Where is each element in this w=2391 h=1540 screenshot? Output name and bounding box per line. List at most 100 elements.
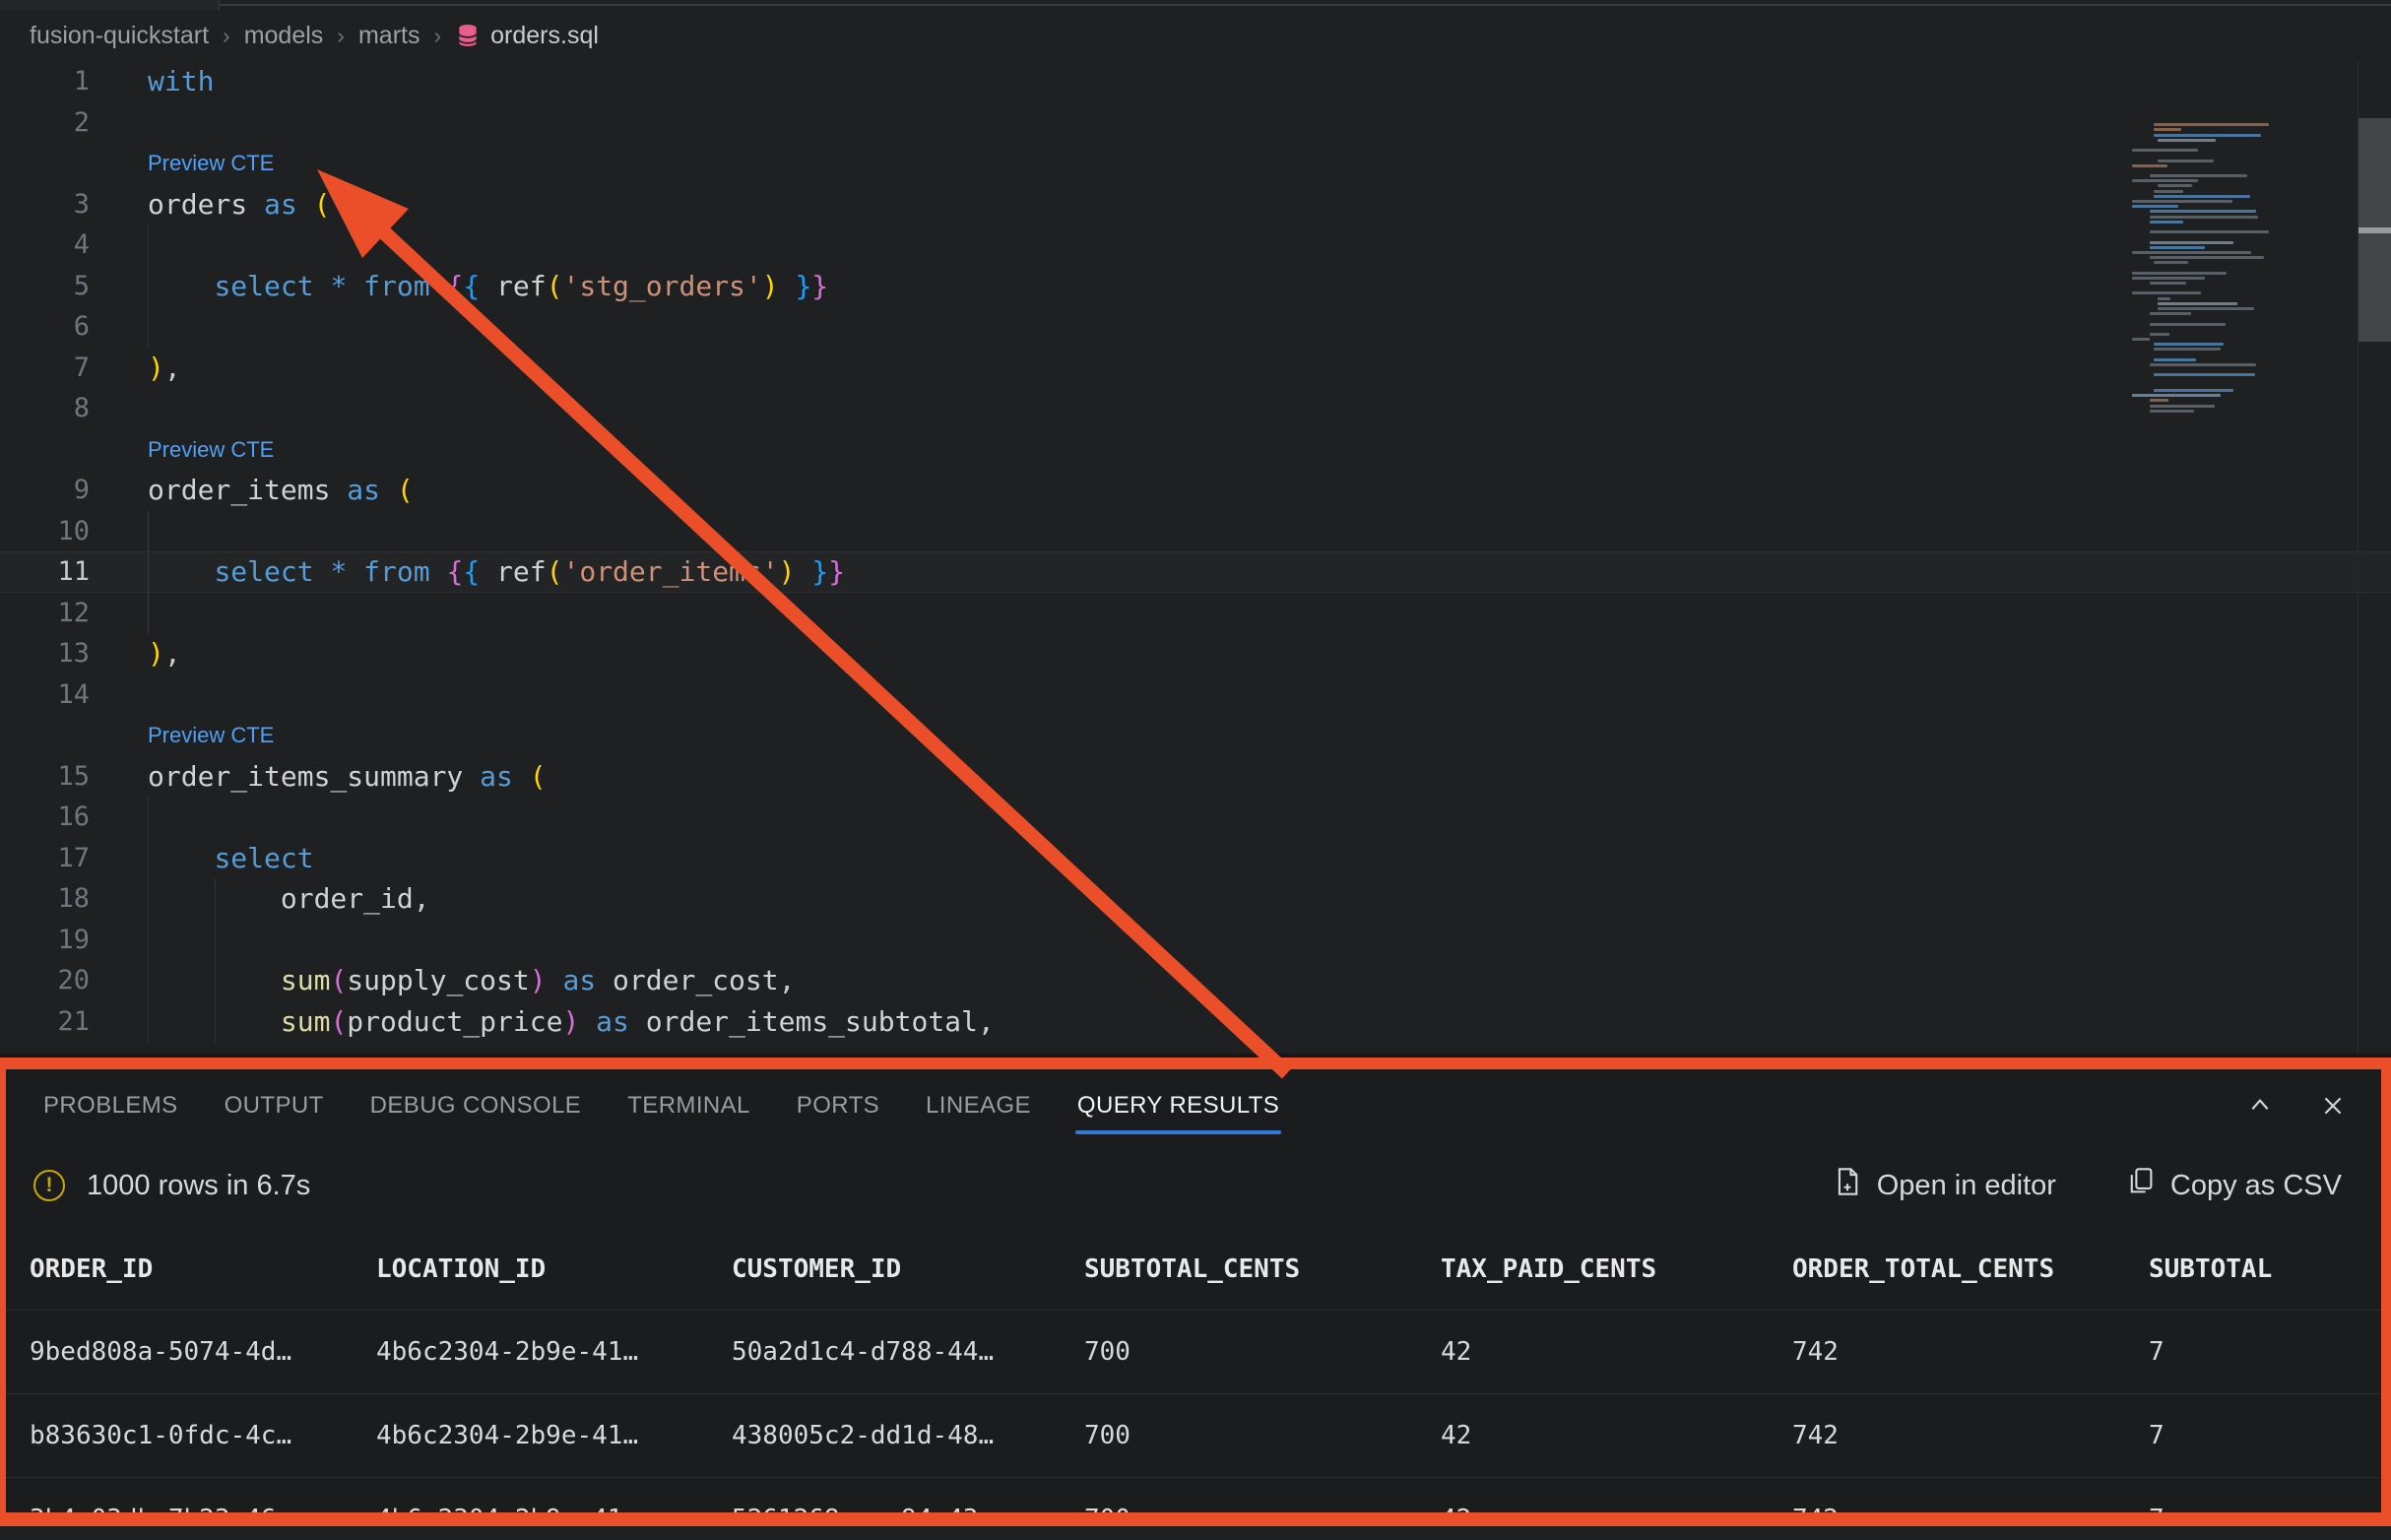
line-number: 18 (0, 878, 90, 920)
breadcrumb-item[interactable]: marts (358, 22, 420, 50)
copy-as-csv-button[interactable]: Copy as CSV (2127, 1167, 2342, 1204)
breadcrumb-item[interactable]: models (244, 22, 324, 50)
code-line: 6 (0, 306, 2391, 348)
code-token: product_price (347, 1005, 562, 1038)
table-cell: 700 (1084, 1337, 1441, 1367)
code-token (430, 555, 447, 588)
code-token: , (779, 964, 796, 996)
code-token: 'stg_orders' (562, 270, 761, 302)
code-token (347, 555, 363, 588)
code-token (247, 188, 264, 221)
scrollbar-thumb[interactable] (2359, 118, 2391, 342)
table-cell: 42 (1441, 1337, 1792, 1367)
code-token (314, 270, 331, 302)
close-icon[interactable] (2318, 1091, 2348, 1121)
table-cell: 7 (2149, 1421, 2381, 1450)
line-number: 11 (0, 551, 90, 593)
code-lens-preview-cte[interactable]: Preview CTE (148, 151, 274, 175)
code-token: , (164, 352, 181, 384)
table-cell: 438005c2-dd1d-48… (732, 1421, 1084, 1450)
code-line: 20 sum(supply_cost) as order_cost, (0, 960, 2391, 1001)
open-file-icon (1834, 1167, 1861, 1204)
scrollbar-track[interactable] (2358, 61, 2391, 1056)
column-header: ORDER_ID (30, 1254, 376, 1284)
table-cell: 4b6c2304-2b9e-41… (376, 1337, 732, 1367)
panel-tab-query-results[interactable]: QUERY RESULTS (1077, 1069, 1279, 1142)
line-number: 17 (0, 838, 90, 879)
line-number: 9 (0, 470, 90, 511)
open-in-editor-button[interactable]: Open in editor (1834, 1167, 2056, 1204)
active-editor-tab-edge (0, 0, 220, 10)
table-cell: 4b6c2304-2b9e-41… (376, 1421, 732, 1450)
code-token: ref (496, 270, 547, 302)
table-row: b83630c1-0fdc-4c…4b6c2304-2b9e-41…438005… (6, 1394, 2381, 1478)
code-token: ( (547, 270, 563, 302)
code-token (330, 474, 347, 506)
table-cell: 42 (1441, 1505, 1792, 1512)
code-token: ( (330, 1005, 347, 1038)
panel-tab-lineage[interactable]: LINEAGE (926, 1069, 1031, 1142)
code-token: order_id (281, 882, 414, 915)
panel-tab-problems[interactable]: PROBLEMS (43, 1069, 178, 1142)
table-cell: 742 (1792, 1505, 2149, 1512)
panel-tab-terminal[interactable]: TERMINAL (627, 1069, 750, 1142)
code-token (779, 270, 796, 302)
panel-tab-ports[interactable]: PORTS (797, 1069, 879, 1142)
breadcrumb: fusion-quickstart›models›marts›orders.sq… (0, 10, 2391, 61)
code-token: as (480, 760, 513, 793)
copy-icon (2127, 1167, 2155, 1204)
code-token (297, 188, 314, 221)
code-token (148, 270, 214, 302)
breadcrumb-separator: › (433, 23, 441, 49)
line-number: 8 (0, 388, 90, 429)
code-token (347, 270, 363, 302)
code-token: , (164, 637, 181, 670)
query-results-table[interactable]: ORDER_IDLOCATION_IDCUSTOMER_IDSUBTOTAL_C… (6, 1229, 2381, 1512)
open-in-editor-label: Open in editor (1877, 1170, 2056, 1202)
table-cell: 7 (2149, 1337, 2381, 1367)
code-token: ( (530, 760, 547, 793)
panel-tab-debug-console[interactable]: DEBUG CONSOLE (370, 1069, 582, 1142)
code-token: order_items_summary (148, 760, 463, 793)
code-token (463, 760, 480, 793)
table-cell: 9bed808a-5074-4d… (30, 1337, 376, 1367)
code-line: 13), (0, 633, 2391, 674)
code-line: 4 (0, 225, 2391, 266)
code-token (629, 1005, 646, 1038)
line-number: 3 (0, 184, 90, 225)
code-line: 11 select * from {{ ref('order_items') }… (0, 551, 2391, 593)
panel-tab-output[interactable]: OUTPUT (225, 1069, 324, 1142)
code-token: supply_cost (347, 964, 529, 996)
line-number: 6 (0, 306, 90, 348)
code-token: with (148, 65, 214, 97)
query-status-text: 1000 rows in 6.7s (87, 1170, 310, 1202)
table-row: 9bed808a-5074-4d…4b6c2304-2b9e-41…50a2d1… (6, 1311, 2381, 1394)
table-cell: 3b4a03db-7b23-46 (30, 1505, 376, 1512)
code-token: ) (148, 352, 164, 384)
code-token: orders (148, 188, 247, 221)
code-token (480, 270, 496, 302)
line-number: 10 (0, 511, 90, 552)
table-header-row: ORDER_IDLOCATION_IDCUSTOMER_IDSUBTOTAL_C… (6, 1229, 2381, 1311)
minimap[interactable] (2127, 118, 2356, 425)
line-number: 13 (0, 633, 90, 674)
code-token: as (562, 964, 596, 996)
code-lens-preview-cte[interactable]: Preview CTE (148, 723, 274, 747)
indent-guide (148, 797, 149, 1042)
copy-as-csv-label: Copy as CSV (2170, 1170, 2342, 1202)
code-token: order_cost (613, 964, 779, 996)
indent-guide (148, 225, 149, 348)
code-lens-preview-cte[interactable]: Preview CTE (148, 437, 274, 462)
code-token: ( (397, 474, 414, 506)
code-line: 18 order_id, (0, 878, 2391, 920)
code-token (480, 555, 496, 588)
code-token: ) (779, 555, 796, 588)
code-token: } (828, 555, 845, 588)
breadcrumb-file[interactable]: orders.sql (455, 22, 599, 50)
table-cell: 7 (2149, 1505, 2381, 1512)
code-editor[interactable]: 1with2Preview CTE3orders as (45 select *… (0, 61, 2391, 1056)
chevron-up-icon[interactable] (2245, 1091, 2275, 1121)
indent-guide-active (148, 511, 149, 634)
breadcrumb-item[interactable]: fusion-quickstart (30, 22, 209, 50)
warning-icon: ! (33, 1170, 65, 1201)
